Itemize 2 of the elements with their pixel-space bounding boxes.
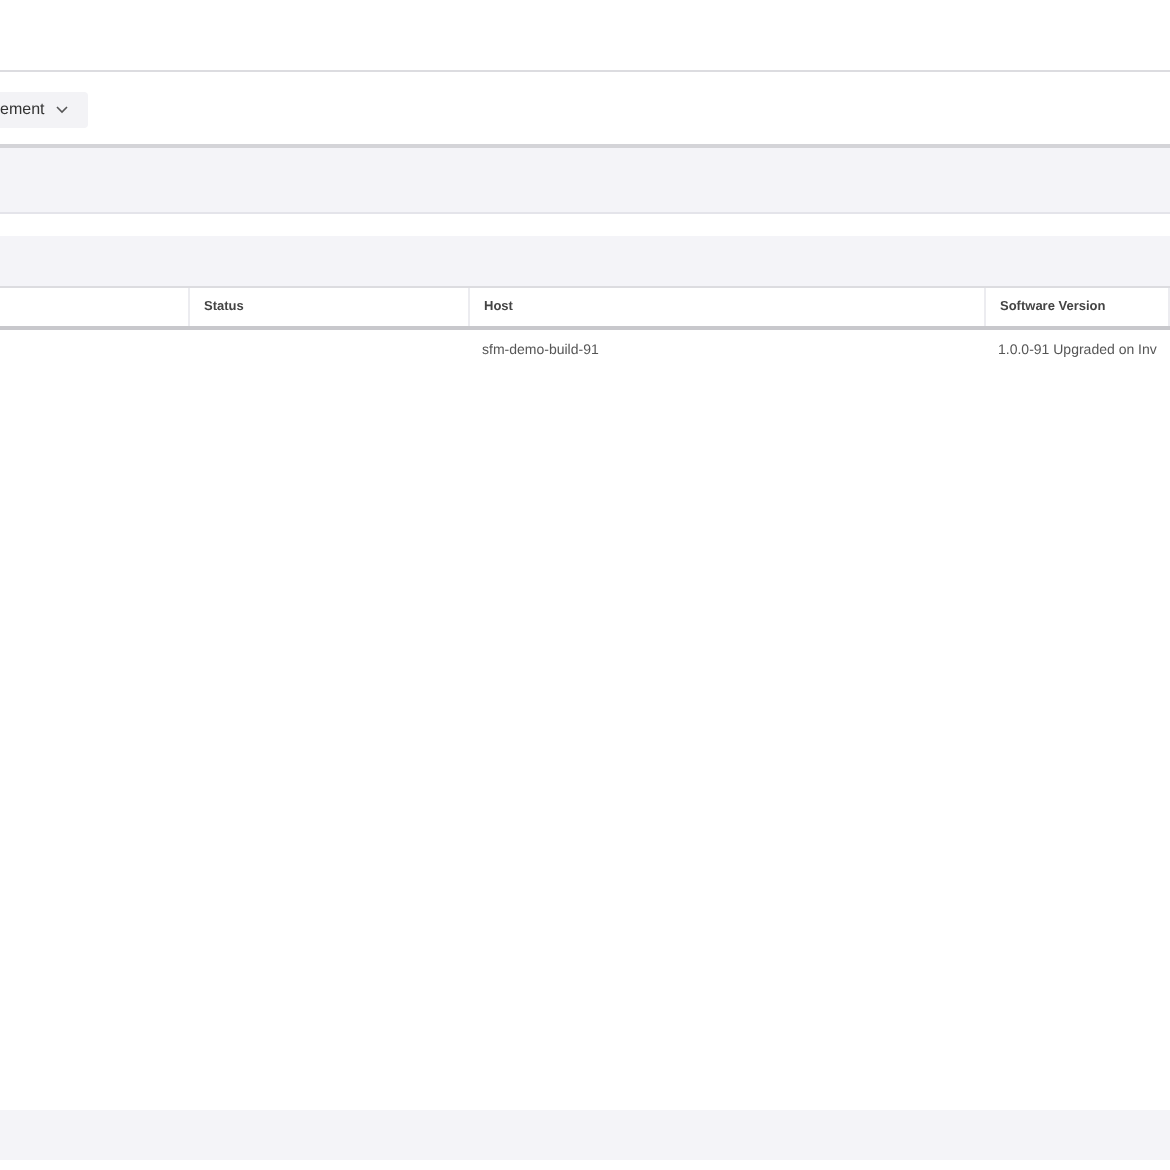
dropdown-button[interactable]: ement [0, 91, 88, 127]
chevron-down-icon [56, 105, 69, 113]
